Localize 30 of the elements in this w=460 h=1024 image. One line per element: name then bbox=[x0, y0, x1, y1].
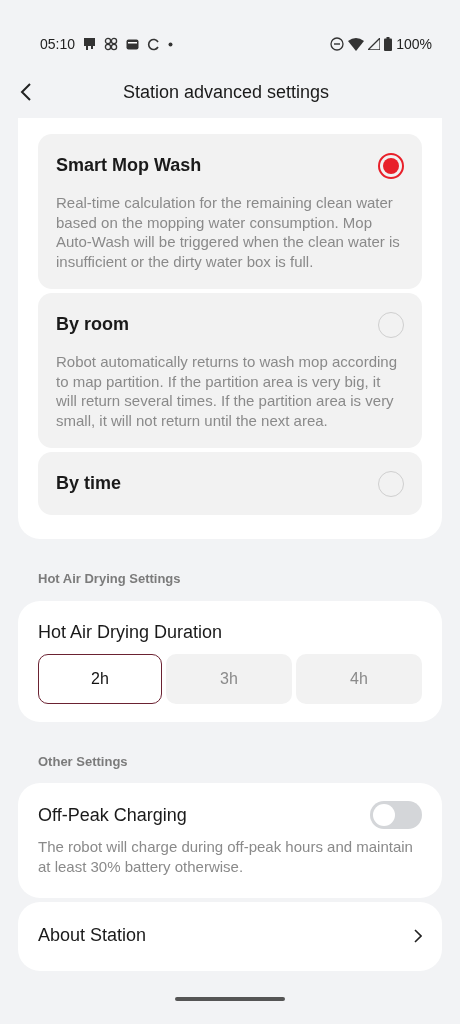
option-description: Robot automatically returns to wash mop according to map partition. If the partition area is very big, it will return several times. If the partition area is very small, it will not return until the next area. bbox=[56, 352, 398, 430]
wash-mode-option[interactable] bbox=[38, 293, 422, 448]
setting-title: About Station bbox=[38, 924, 147, 947]
back-icon[interactable] bbox=[20, 82, 32, 102]
setting-title: Off-Peak Charging bbox=[38, 803, 187, 827]
wash-mode-option[interactable] bbox=[38, 134, 422, 289]
option-title: Smart Mop Wash bbox=[56, 154, 202, 177]
battery-icon bbox=[384, 37, 393, 51]
page-title: Station advanced settings bbox=[121, 80, 331, 104]
signal-icon bbox=[368, 38, 381, 50]
wash-mode-option[interactable]: By time bbox=[38, 452, 422, 515]
option-title: By time bbox=[56, 472, 122, 495]
wallet-icon bbox=[126, 38, 140, 50]
status-time: 05:10 bbox=[40, 34, 76, 54]
setting-description: The robot will charge during off-peak hours and maintain at least 30% battery otherwise. bbox=[38, 837, 414, 876]
setting-title: Hot Air Drying Duration bbox=[38, 620, 224, 644]
dot-icon bbox=[168, 41, 174, 47]
do-not-disturb-icon bbox=[330, 37, 345, 51]
section-heading: Hot Air Drying Settings bbox=[37, 570, 182, 588]
toggle-switch[interactable] bbox=[370, 801, 422, 829]
radio-button[interactable] bbox=[378, 152, 404, 179]
wifi-icon bbox=[348, 37, 365, 51]
duration-option[interactable]: 2h bbox=[38, 653, 162, 704]
option-title: By room bbox=[56, 313, 129, 336]
chevron-right-icon bbox=[414, 928, 422, 943]
sync-icon bbox=[147, 37, 161, 51]
option-description: Real-time calculation for the remaining clean water based on the mopping water consumption. Mop Auto-Wash will be triggered when the clean water is insufficient or the dirty water box is full. bbox=[56, 193, 401, 271]
section-heading: Other Settings bbox=[37, 752, 129, 771]
battery-percentage: 100% bbox=[396, 34, 432, 54]
about-station-row[interactable]: About Station bbox=[18, 902, 442, 971]
